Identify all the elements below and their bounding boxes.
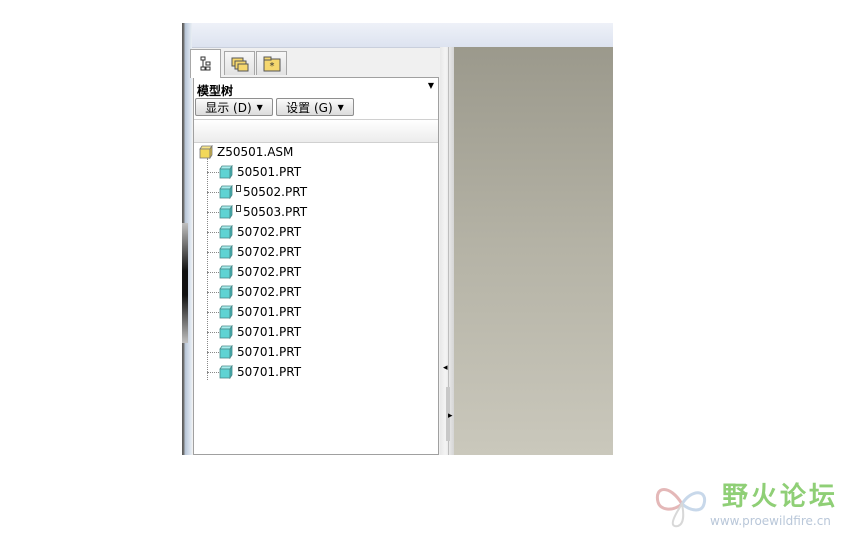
tree-item-label: 50701.PRT xyxy=(237,305,302,319)
tree-connector xyxy=(207,311,219,313)
panel-title: 模型树 xyxy=(197,84,234,98)
graphics-viewport[interactable] xyxy=(454,47,613,455)
collapse-left-icon[interactable]: ◂ xyxy=(443,363,448,373)
tree-item[interactable]: 50701.PRT xyxy=(207,362,301,382)
proe-window: * 模型树 ▼ 显示 (D) ▼ 设置 (G) ▼ Z50501.ASM 505… xyxy=(182,23,613,455)
status-marker-icon xyxy=(236,184,241,192)
window-left-edge xyxy=(182,23,192,455)
part-icon xyxy=(219,185,233,199)
tree-item[interactable]: 50702.PRT xyxy=(207,222,301,242)
panel-splitter[interactable]: ◂ ▸ xyxy=(440,47,454,455)
folder-browser-icon xyxy=(231,57,248,71)
settings-button-label: 设置 (G) xyxy=(286,100,333,115)
watermark-name: 野火论坛 xyxy=(722,482,839,512)
tab-folder-browser[interactable] xyxy=(224,51,255,75)
tree-item-label: 50701.PRT xyxy=(237,365,302,379)
tree-item[interactable]: 50503.PRT xyxy=(207,202,307,222)
tree-connector xyxy=(207,171,219,173)
part-icon xyxy=(219,205,233,219)
toolbar-strip xyxy=(182,23,613,48)
tree-item[interactable]: 50702.PRT xyxy=(207,282,301,302)
tree-connector xyxy=(207,211,219,213)
panel-menu-arrow-icon[interactable]: ▼ xyxy=(428,81,434,90)
show-button-label: 显示 (D) xyxy=(205,100,252,115)
show-button[interactable]: 显示 (D) ▼ xyxy=(195,98,273,116)
part-icon xyxy=(219,265,233,279)
part-icon xyxy=(219,245,233,259)
assembly-icon xyxy=(199,145,213,159)
tree-connector xyxy=(207,251,219,253)
tree-item-label: 50702.PRT xyxy=(237,225,302,239)
part-icon xyxy=(219,305,233,319)
part-icon xyxy=(219,285,233,299)
settings-button[interactable]: 设置 (G) ▼ xyxy=(276,98,354,116)
favorites-icon: * xyxy=(263,56,280,72)
tree-item[interactable]: 50701.PRT xyxy=(207,302,301,322)
navigator-tabs: * xyxy=(190,49,440,78)
expand-right-icon[interactable]: ▸ xyxy=(448,411,453,421)
part-icon xyxy=(219,225,233,239)
tab-favorites[interactable]: * xyxy=(256,51,287,75)
tree-item-label: 50502.PRT xyxy=(243,185,308,199)
tree-item[interactable]: 50702.PRT xyxy=(207,262,301,282)
part-icon xyxy=(219,165,233,179)
tree-item[interactable]: 50502.PRT xyxy=(207,182,307,202)
tree-item[interactable]: 50701.PRT xyxy=(207,342,301,362)
tree-connector xyxy=(207,191,219,193)
tree-column-header[interactable] xyxy=(194,119,438,143)
tree-item-label: 50702.PRT xyxy=(237,245,302,259)
tree-connector xyxy=(207,371,219,373)
tree-item-label: 50702.PRT xyxy=(237,285,302,299)
part-icon xyxy=(219,325,233,339)
tree-root-label: Z50501.ASM xyxy=(217,145,294,159)
tree-item[interactable]: 50501.PRT xyxy=(207,162,301,182)
tree-connector xyxy=(207,231,219,233)
tree-item[interactable]: 50701.PRT xyxy=(207,322,301,342)
tree-item-label: 50503.PRT xyxy=(243,205,308,219)
tree-item-label: 50701.PRT xyxy=(237,325,302,339)
tree-item[interactable]: 50702.PRT xyxy=(207,242,301,262)
chevron-down-icon: ▼ xyxy=(256,102,263,112)
butterfly-logo-icon xyxy=(655,488,707,528)
chevron-down-icon: ▼ xyxy=(337,102,344,112)
model-tree-panel: 模型树 ▼ 显示 (D) ▼ 设置 (G) ▼ Z50501.ASM 50501… xyxy=(193,77,439,455)
tab-model-tree[interactable] xyxy=(190,49,221,78)
tree-connector xyxy=(207,351,219,353)
svg-text:*: * xyxy=(269,61,274,72)
tree-item-label: 50701.PRT xyxy=(237,345,302,359)
tree-connector xyxy=(207,291,219,293)
tree-item-label: 50702.PRT xyxy=(237,265,302,279)
tree-connector xyxy=(207,271,219,273)
model-tree-icon xyxy=(200,56,210,71)
part-icon xyxy=(219,345,233,359)
status-marker-icon xyxy=(236,204,241,212)
tree-item-label: 50501.PRT xyxy=(237,165,302,179)
tree-root-item[interactable]: Z50501.ASM xyxy=(199,142,293,162)
part-icon xyxy=(219,365,233,379)
tree-connector xyxy=(207,331,219,333)
watermark-url: www.proewildfire.cn xyxy=(710,514,831,528)
watermark: 野火论坛 www.proewildfire.cn xyxy=(652,474,862,534)
